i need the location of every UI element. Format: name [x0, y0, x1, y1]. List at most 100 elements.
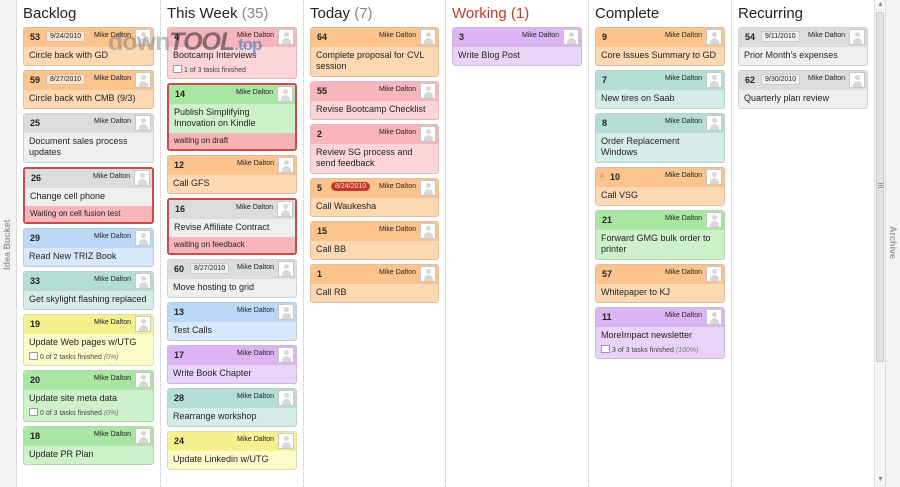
task-card[interactable]: 4 Mike Dalton Bootcamp Interviews 1 of 3 ta…: [167, 27, 297, 79]
card-header: 13 Mike Dalton: [168, 303, 296, 322]
task-card[interactable]: 16 Mike Dalton Revise Affiliate Contract wa…: [167, 198, 297, 255]
idea-bucket-rail[interactable]: Idea Bucket: [0, 0, 17, 487]
card-header: 25 Mike Dalton: [24, 114, 153, 133]
card-owner: Mike Dalton: [94, 375, 131, 382]
card-title: Complete proposal for CVL session: [316, 50, 425, 71]
card-header: 62 9/30/2010 Mike Dalton: [739, 71, 867, 90]
card-id: 7: [602, 75, 608, 85]
blocked-note: Waiting on cell fusion test: [25, 206, 152, 222]
card-owner: Mike Dalton: [237, 32, 274, 39]
task-card[interactable]: 25 Mike Dalton Document sales process upda…: [23, 113, 154, 163]
due-date-badge: 9/24/2010: [46, 31, 86, 42]
archive-label: Archive: [888, 226, 898, 260]
blocked-note: waiting on feedback: [169, 237, 295, 253]
scroll-down-icon[interactable]: ▼: [877, 476, 884, 483]
task-card[interactable]: 21 Mike Dalton Forward GMG bulk order to p…: [595, 210, 725, 260]
task-card[interactable]: 5 8/24/2010 Mike Dalton Call Waukesha: [310, 178, 439, 217]
task-card[interactable]: 54 9/11/2010 Mike Dalton Prior Month's expe…: [738, 27, 868, 66]
card-header: 21 Mike Dalton: [596, 211, 724, 230]
task-card[interactable]: 24 Mike Dalton Update Linkedin w/UTG: [167, 431, 297, 470]
task-card[interactable]: 15 Mike Dalton Call BB: [310, 221, 439, 260]
avatar: [420, 266, 436, 282]
card-owner: Mike Dalton: [94, 32, 131, 39]
task-card[interactable]: 59 8/27/2010 Mike Dalton Circle back with C…: [23, 70, 154, 109]
task-card[interactable]: 62 9/30/2010 Mike Dalton Quarterly plan rev…: [738, 70, 868, 109]
card-id: 57: [602, 269, 613, 279]
card-owner: Mike Dalton: [94, 431, 131, 438]
vertical-scrollbar[interactable]: ▲ ▼: [874, 0, 885, 487]
task-card[interactable]: 20 Mike Dalton Update site meta data 0 of 3…: [23, 370, 154, 422]
card-title: Order Replacement Windows: [601, 136, 680, 157]
card-title: Update Linkedin w/UTG: [173, 454, 269, 464]
card-title: Update PR Plan: [29, 449, 94, 459]
task-card[interactable]: ⌕ 10 Mike Dalton Call VSG: [595, 167, 725, 206]
due-date-badge: 8/27/2010: [46, 74, 86, 85]
card-header: ⌕ 10 Mike Dalton: [596, 168, 724, 187]
card-owner: Mike Dalton: [665, 312, 702, 319]
task-card[interactable]: 57 Mike Dalton Whitepaper to KJ: [595, 264, 725, 303]
task-card[interactable]: 2 Mike Dalton Review SG process and send f…: [310, 124, 439, 174]
task-card[interactable]: 60 8/27/2010 Mike Dalton Move hosting to gr…: [167, 259, 297, 298]
card-title: MoreImpact newsletter: [601, 330, 693, 340]
blocked-note: waiting on draft: [169, 133, 295, 149]
card-owner: Mike Dalton: [94, 233, 131, 240]
task-card[interactable]: 19 Mike Dalton Update Web pages w/UTG 0 of …: [23, 314, 154, 366]
task-card[interactable]: 53 9/24/2010 Mike Dalton Circle back with G…: [23, 27, 154, 66]
avatar: [278, 304, 294, 320]
card-title: Revise Bootcamp Checklist: [316, 104, 426, 114]
task-card[interactable]: 8 Mike Dalton Order Replacement Windows: [595, 113, 725, 163]
card-header: 20 Mike Dalton: [24, 371, 153, 390]
avatar: [135, 29, 151, 45]
card-title: Call GFS: [173, 178, 210, 188]
card-id: 4: [174, 32, 180, 42]
column-title: This Week (35): [167, 5, 269, 22]
avatar: [278, 433, 294, 449]
card-header: 5 8/24/2010 Mike Dalton: [311, 179, 438, 198]
task-card[interactable]: 18 Mike Dalton Update PR Plan: [23, 426, 154, 465]
task-card[interactable]: 3 Mike Dalton Write Blog Post: [452, 27, 582, 66]
avatar: [849, 29, 865, 45]
magnifier-icon: ⌕: [600, 171, 605, 180]
task-card[interactable]: 29 Mike Dalton Read New TRIZ Book: [23, 228, 154, 267]
card-title: Call BB: [316, 244, 347, 254]
card-title: Circle back with CMB (9/3): [29, 93, 136, 103]
task-progress: 3 of 3 tasks finished (100%): [596, 345, 724, 358]
card-title: Quarterly plan review: [744, 93, 830, 103]
card-title: Circle back with GD: [29, 50, 109, 60]
archive-rail[interactable]: Archive: [885, 0, 900, 487]
card-id: 53: [30, 32, 41, 42]
card-id: 17: [174, 350, 185, 360]
avatar: [706, 212, 722, 228]
task-card[interactable]: 11 Mike Dalton MoreImpact newsletter 3 of 3…: [595, 307, 725, 359]
task-card[interactable]: 28 Mike Dalton Rearrange workshop: [167, 388, 297, 427]
column-recurring: Recurring 54 9/11/2010 Mike Dalton Prior Mo…: [732, 0, 874, 487]
column-this-week: This Week (35) 4 Mike Dalton Bootcamp Inte…: [161, 0, 304, 487]
card-list: 9 Mike Dalton Core Issues Summary to GD 7 Mi…: [595, 27, 725, 363]
task-card[interactable]: 12 Mike Dalton Call GFS: [167, 155, 297, 194]
avatar: [278, 390, 294, 406]
task-card[interactable]: 13 Mike Dalton Test Calls: [167, 302, 297, 341]
column-title: Backlog: [23, 5, 77, 22]
task-card[interactable]: 14 Mike Dalton Publish Simplifying Innovat…: [167, 83, 297, 151]
task-card[interactable]: 7 Mike Dalton New tires on Saab: [595, 70, 725, 109]
card-title: Move hosting to grid: [173, 282, 255, 292]
card-owner: Mike Dalton: [379, 269, 416, 276]
task-card[interactable]: 17 Mike Dalton Write Book Chapter: [167, 345, 297, 384]
task-card[interactable]: 55 Mike Dalton Revise Bootcamp Checklist: [310, 81, 439, 120]
avatar: [135, 115, 151, 131]
scroll-up-icon[interactable]: ▲: [877, 1, 884, 8]
card-title: Write Book Chapter: [173, 368, 252, 378]
task-card[interactable]: 1 Mike Dalton Call RB: [310, 264, 439, 303]
card-title: Call Waukesha: [316, 201, 377, 211]
card-header: 16 Mike Dalton: [169, 200, 295, 219]
task-card[interactable]: 64 Mike Dalton Complete proposal for CVL s…: [310, 27, 439, 77]
task-card[interactable]: 9 Mike Dalton Core Issues Summary to GD: [595, 27, 725, 66]
avatar: [135, 273, 151, 289]
scroll-thumb[interactable]: [876, 12, 884, 362]
avatar: [420, 223, 436, 239]
task-card[interactable]: 33 Mike Dalton Get skylight flashing repla…: [23, 271, 154, 310]
card-title: Bootcamp Interviews: [173, 50, 257, 60]
card-title: Publish Simplifying Innovation on Kindle: [174, 107, 256, 128]
task-card[interactable]: 26 Mike Dalton Change cell phone Waiting on…: [23, 167, 154, 224]
card-header: 1 Mike Dalton: [311, 265, 438, 284]
